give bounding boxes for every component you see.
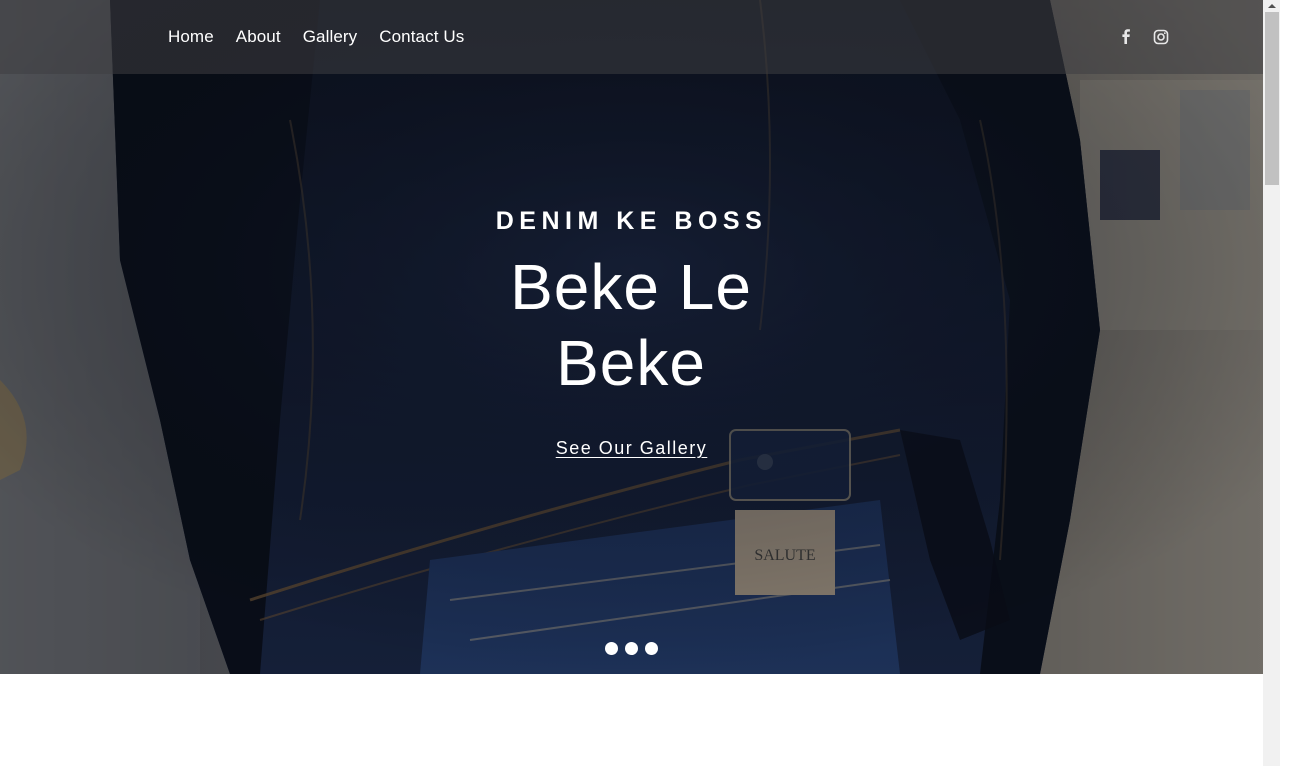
nav-link-home[interactable]: Home — [168, 26, 214, 48]
slider-dot-1[interactable] — [605, 642, 618, 655]
slider-dot-2[interactable] — [625, 642, 638, 655]
nav-link-about[interactable]: About — [236, 26, 281, 48]
slider-dot-3[interactable] — [645, 642, 658, 655]
scrollbar-thumb[interactable] — [1265, 12, 1279, 185]
instagram-icon[interactable] — [1152, 27, 1170, 47]
scroll-up-arrow-icon[interactable] — [1264, 0, 1280, 12]
top-navbar: Home About Gallery Contact Us — [0, 0, 1263, 74]
see-gallery-link[interactable]: See Our Gallery — [556, 438, 708, 458]
hero-headline: Beke Le Beke — [510, 251, 752, 399]
nav-menu: Home About Gallery Contact Us — [168, 26, 486, 48]
scrollbar-edge — [1280, 0, 1295, 766]
hero-eyebrow: DENIM KE BOSS — [495, 207, 768, 235]
hero-cta: See Our Gallery — [0, 437, 1263, 459]
slider-dots — [605, 642, 658, 655]
hero-slider: SALUTE Home About Gallery Contact Us — [0, 0, 1263, 674]
nav-link-gallery[interactable]: Gallery — [303, 26, 358, 48]
page: SALUTE Home About Gallery Contact Us — [0, 0, 1295, 766]
facebook-icon[interactable] — [1117, 27, 1135, 47]
nav-link-contact-us[interactable]: Contact Us — [379, 26, 464, 48]
